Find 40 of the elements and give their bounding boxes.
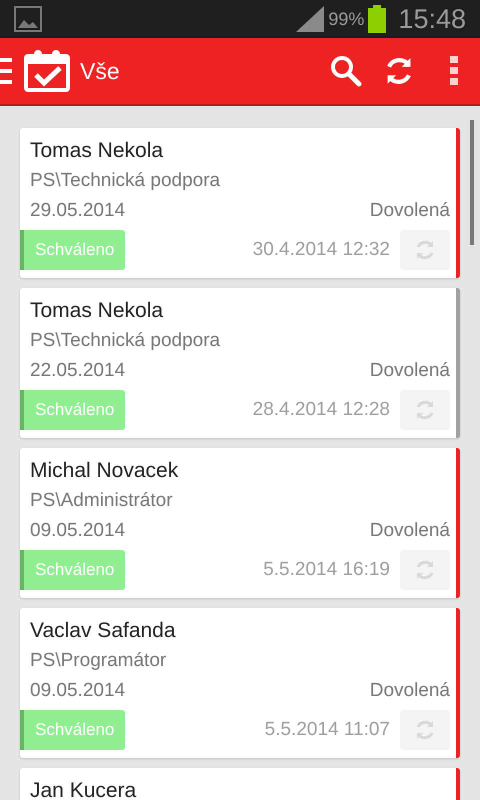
request-date: 09.05.2014 (30, 519, 126, 543)
request-card[interactable]: Tomas Nekola PS\Technická podpora 29.05.2014 Dovolená Schváleno 30.4.2014 12:32 (20, 128, 460, 278)
menu-icon[interactable] (0, 58, 12, 84)
image-icon (14, 6, 42, 32)
request-date: 22.05.2014 (30, 359, 126, 383)
status-badge: Schváleno (20, 230, 126, 270)
battery-icon (368, 5, 386, 33)
request-type: Dovolená (370, 199, 450, 223)
timestamp: 5.5.2014 11:07 (264, 719, 390, 741)
screen-title: Vše (80, 58, 121, 84)
status-badge: Schváleno (20, 550, 126, 590)
request-type: Dovolená (370, 679, 450, 703)
employee-name: Vaclav Safanda (30, 618, 177, 644)
signal-icon (296, 6, 324, 32)
employee-name: Tomas Nekola (30, 298, 164, 324)
status-badge: Schváleno (20, 710, 126, 750)
timestamp: 30.4.2014 12:32 (252, 239, 390, 261)
request-card[interactable]: Jan Kucera (20, 768, 460, 800)
calendar-check-icon (24, 50, 70, 92)
battery-percentage: 99% (328, 8, 364, 30)
request-card[interactable]: Tomas Nekola PS\Technická podpora 22.05.2014 Dovolená Schváleno 28.4.2014 12:28 (20, 288, 460, 438)
request-date: 29.05.2014 (30, 199, 126, 223)
employee-name: Tomas Nekola (30, 138, 164, 164)
department: PS\Administrátor (30, 489, 174, 513)
request-date: 09.05.2014 (30, 679, 126, 703)
department: PS\Technická podpora (30, 169, 222, 193)
clock: 15:48 (398, 4, 466, 34)
timestamp: 5.5.2014 16:19 (262, 559, 390, 581)
department: PS\Programátor (30, 649, 168, 673)
request-type: Dovolená (370, 519, 450, 543)
request-type: Dovolená (370, 359, 450, 383)
request-card[interactable]: Michal Novacek PS\Administrátor 09.05.2014 Dovolená Schváleno 5.5.2014 16:19 (20, 448, 460, 598)
employee-name: Jan Kucera (30, 778, 138, 800)
department: PS\Technická podpora (30, 329, 222, 353)
request-card[interactable]: Vaclav Safanda PS\Programátor 09.05.2014 Dovolená Schváleno 5.5.2014 11:07 (20, 608, 460, 758)
timestamp: 28.4.2014 12:28 (252, 399, 390, 421)
status-badge: Schváleno (20, 390, 126, 430)
search-icon[interactable] (330, 55, 362, 87)
employee-name: Michal Novacek (30, 458, 180, 484)
overflow-menu-icon[interactable] (450, 56, 458, 86)
